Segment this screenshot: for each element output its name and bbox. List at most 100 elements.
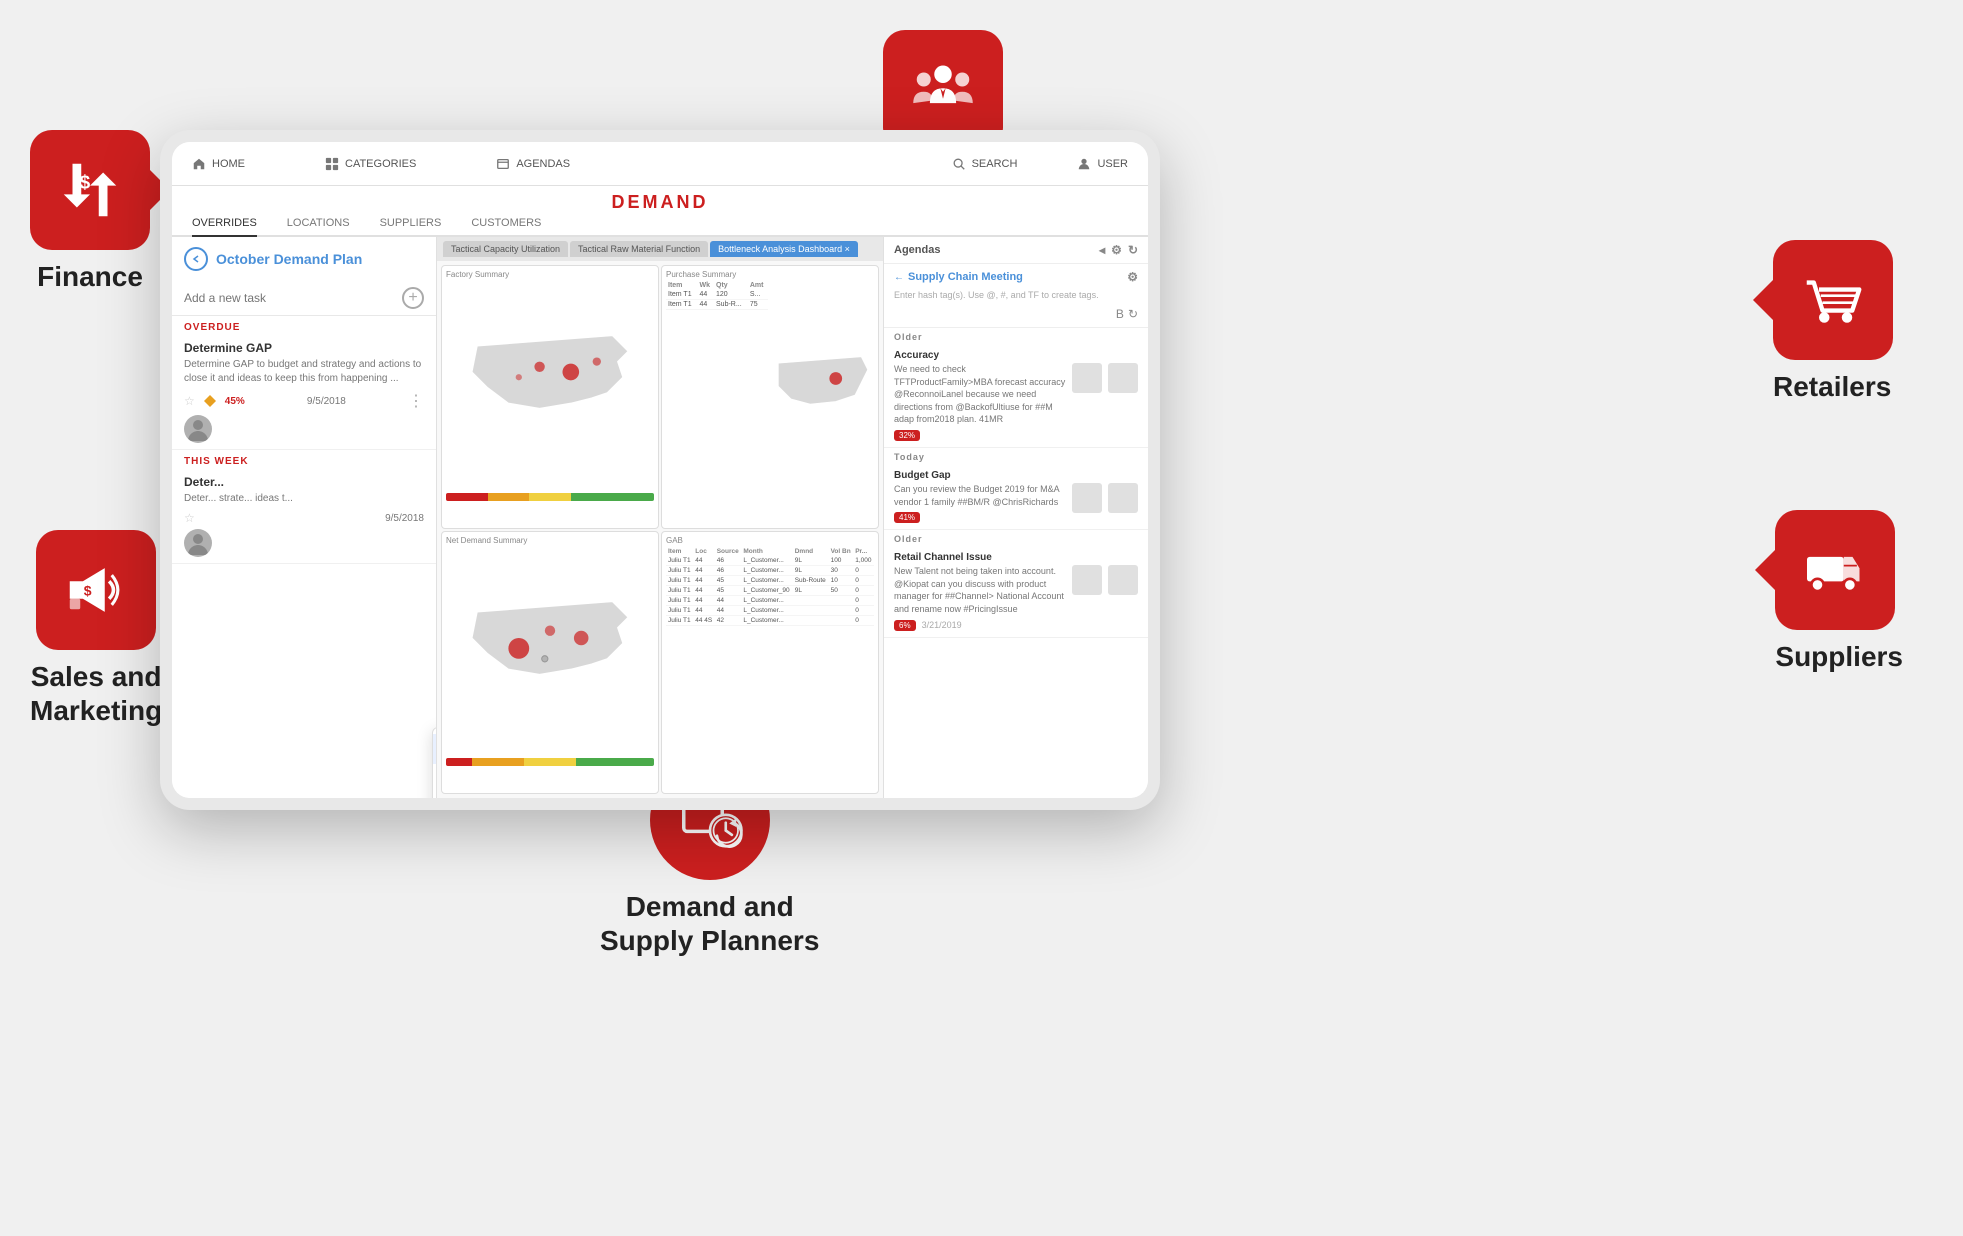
agenda-meeting: ← Supply Chain Meeting ⚙ Enter hash tag(… xyxy=(884,264,1148,328)
task-more-button[interactable]: ⋮ xyxy=(408,391,424,411)
avatar xyxy=(184,415,212,443)
task-desc: Determine GAP to budget and strategy and… xyxy=(184,358,424,386)
retailers-label: Retailers xyxy=(1773,370,1891,404)
suppliers-persona: Suppliers xyxy=(1775,510,1903,674)
task-date-2: 9/5/2018 xyxy=(385,513,424,524)
meeting-title: ← Supply Chain Meeting ⚙ xyxy=(894,270,1138,284)
chart-cell-topright: Purchase Summary ItemWkQtyAmt Item T1441… xyxy=(661,265,879,529)
gab-table: ItemLocSourceMonthDmndVol BnPr... Juliu … xyxy=(666,547,874,626)
retail-channel-card: Retail Channel Issue New Talent not bein… xyxy=(884,546,1148,637)
task-meta: ☆ 45% 9/5/2018 ⋮ xyxy=(184,391,424,411)
input-format-icon[interactable]: B xyxy=(1116,307,1124,321)
priority-high[interactable]: High priority xyxy=(433,734,437,764)
priority-dropdown: High priority Medium priority Low priori… xyxy=(432,727,437,798)
budget-thumb-2 xyxy=(1108,483,1138,513)
svg-text:$: $ xyxy=(80,172,91,193)
input-refresh-icon[interactable]: ↻ xyxy=(1128,307,1138,321)
plan-title: October Demand Plan xyxy=(216,251,362,267)
nav-bar: HOME CATEGORIES AGENDAS SEARCH USER xyxy=(172,142,1148,186)
chart-cell-bottomleft: Net Demand Summary xyxy=(441,531,659,795)
task-name: Determine GAP xyxy=(184,341,424,355)
nav-agendas[interactable]: AGENDAS xyxy=(496,157,570,171)
nav-home[interactable]: HOME xyxy=(192,157,245,171)
add-task-row: + xyxy=(172,281,436,316)
color-bar-2 xyxy=(446,758,654,766)
demand-label: Demand andSupply Planners xyxy=(600,890,819,957)
retailers-persona: Retailers xyxy=(1773,240,1893,404)
meeting-input: Enter hash tag(s). Use @, #, and TF to c… xyxy=(894,287,1138,303)
task-panel: October Demand Plan + OVERDUE Determine … xyxy=(172,237,437,798)
older-label-1: Older xyxy=(884,328,1148,344)
task-header: October Demand Plan xyxy=(172,237,436,281)
agenda-gear-icon[interactable]: ⚙ xyxy=(1111,243,1122,257)
meeting-arrow-icon: ← xyxy=(894,272,904,283)
budget-gap-title: Budget Gap xyxy=(894,470,1138,481)
agenda-header-actions: ◂ ⚙ ↻ xyxy=(1099,243,1138,257)
suppliers-label: Suppliers xyxy=(1775,640,1903,674)
agenda-collapse-icon[interactable]: ◂ xyxy=(1099,243,1105,257)
suppliers-icon xyxy=(1775,510,1895,630)
star-icon-2[interactable]: ☆ xyxy=(184,511,195,525)
avatar-2 xyxy=(184,529,212,557)
tab-suppliers[interactable]: SUPPLIERS xyxy=(380,217,442,235)
budget-gap-tag: 41% xyxy=(894,512,920,523)
retail-channel-date: 3/21/2019 xyxy=(922,620,962,630)
app-screen: HOME CATEGORIES AGENDAS SEARCH USER DEMA… xyxy=(172,142,1148,798)
agenda-title: Agendas xyxy=(894,244,940,256)
bottomright-label: GAB xyxy=(666,536,874,545)
nav-user[interactable]: USER xyxy=(1077,157,1128,171)
retailers-icon xyxy=(1773,240,1893,360)
chart-tab-3[interactable]: Bottleneck Analysis Dashboard × xyxy=(710,241,858,257)
accuracy-meta: 32% xyxy=(894,430,1066,441)
priority-icon xyxy=(203,394,217,408)
task-meta-2: ☆ 9/5/2018 xyxy=(184,511,424,525)
budget-gap-meta: 41% xyxy=(894,512,1066,523)
add-task-button[interactable]: + xyxy=(402,287,424,309)
retail-channel-tag: 6% xyxy=(894,620,916,631)
back-button[interactable] xyxy=(184,247,208,271)
task-date: 9/5/2018 xyxy=(307,396,346,407)
chart-tab-1[interactable]: Tactical Capacity Utilization xyxy=(443,241,568,257)
sub-tabs-row: OVERRIDES LOCATIONS SUPPLIERS CUSTOMERS xyxy=(172,213,1148,237)
priority-medium[interactable]: Medium priority xyxy=(433,764,437,794)
demand-title: DEMAND xyxy=(172,186,1148,213)
retail-channel-title: Retail Channel Issue xyxy=(894,552,1138,563)
sales-label: Sales andMarketing xyxy=(30,660,162,727)
agenda-refresh-icon[interactable]: ↻ xyxy=(1128,243,1138,257)
nav-search[interactable]: SEARCH xyxy=(952,157,1018,171)
older-label-2: Older xyxy=(884,530,1148,546)
accuracy-thumb xyxy=(1072,363,1102,393)
priority-low[interactable]: Low priority xyxy=(433,794,437,798)
finance-persona: $ Finance xyxy=(30,130,150,294)
nav-categories[interactable]: CATEGORIES xyxy=(325,157,416,171)
agenda-header: Agendas ◂ ⚙ ↻ xyxy=(884,237,1148,264)
budget-gap-card: Budget Gap Can you review the Budget 201… xyxy=(884,464,1148,530)
tablet-frame: HOME CATEGORIES AGENDAS SEARCH USER DEMA… xyxy=(160,130,1160,810)
meeting-gear-icon[interactable]: ⚙ xyxy=(1127,270,1138,284)
retail-thumb xyxy=(1072,565,1102,595)
color-bar-1 xyxy=(446,493,654,501)
chart-cell-topleft: Factory Summary xyxy=(441,265,659,529)
tab-overrides[interactable]: OVERRIDES xyxy=(192,217,257,237)
chart-cell-bottomright: GAB ItemLocSourceMonthDmndVol BnPr... Ju… xyxy=(661,531,879,795)
task-pct: 45% xyxy=(225,396,245,407)
svg-text:$: $ xyxy=(84,582,92,598)
retail-channel-meta: 6% 3/21/2019 xyxy=(894,620,1066,631)
accuracy-thumb-2 xyxy=(1108,363,1138,393)
accuracy-card: Accuracy We need to check TFTProductFami… xyxy=(884,344,1148,448)
bottomleft-label: Net Demand Summary xyxy=(446,536,654,545)
sales-persona: $ Sales andMarketing xyxy=(30,530,162,727)
sales-icon: $ xyxy=(36,530,156,650)
chart-area: Factory Summary xyxy=(437,261,883,798)
star-icon[interactable]: ☆ xyxy=(184,394,195,408)
purchase-table: ItemWkQtyAmt Item T144120S... Item T144S… xyxy=(666,281,768,310)
overdue-label: OVERDUE xyxy=(172,316,436,335)
add-task-input[interactable] xyxy=(184,291,402,305)
agenda-panel: Agendas ◂ ⚙ ↻ ← Supply Chain Meeting ⚙ E… xyxy=(883,237,1148,798)
chart-tab-2[interactable]: Tactical Raw Material Function xyxy=(570,241,708,257)
retail-thumb-2 xyxy=(1108,565,1138,595)
tab-locations[interactable]: LOCATIONS xyxy=(287,217,350,235)
this-week-label: THIS WEEK xyxy=(172,450,436,469)
accuracy-title: Accuracy xyxy=(894,350,1138,361)
tab-customers[interactable]: CUSTOMERS xyxy=(471,217,541,235)
